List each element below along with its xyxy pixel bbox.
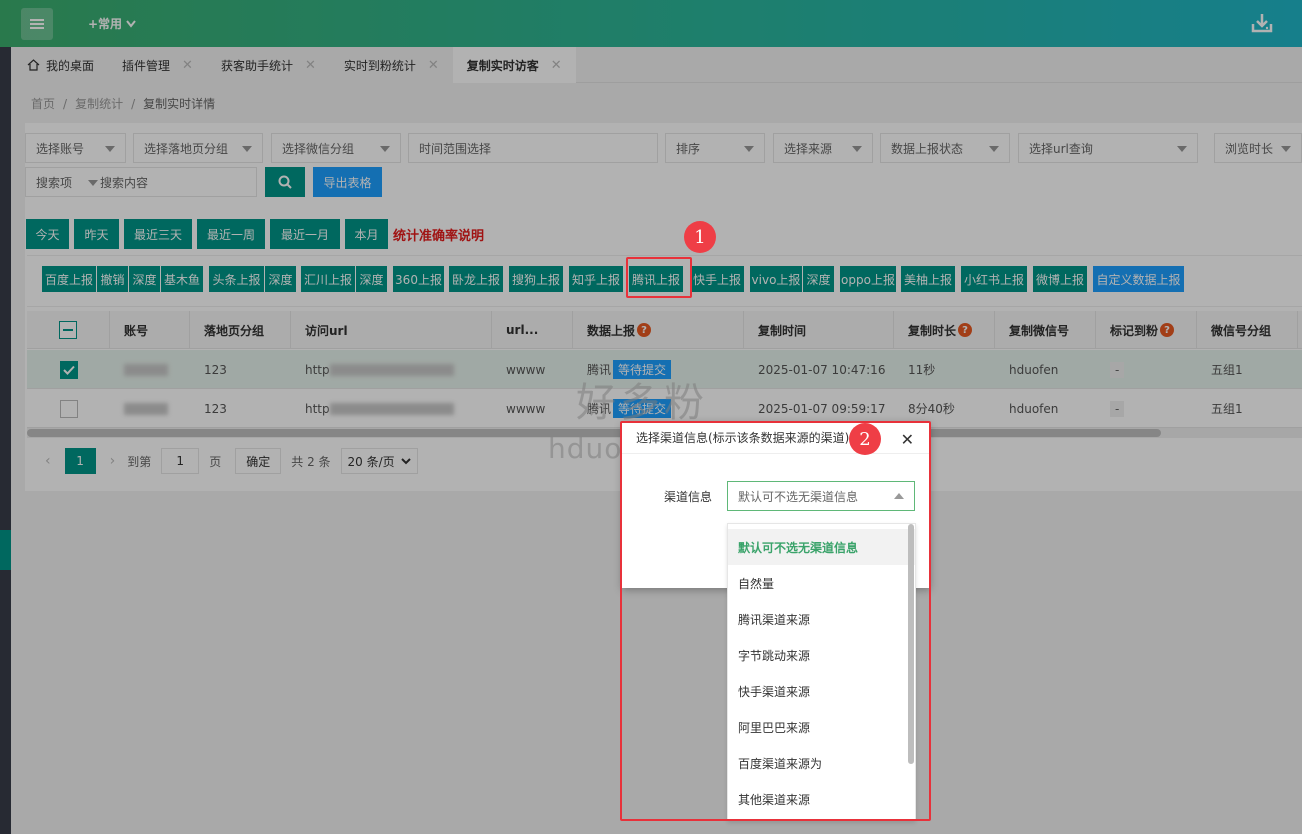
highlight-channel-modal <box>620 421 931 821</box>
step-badge-2: 2 <box>849 423 881 455</box>
highlight-tencent-report <box>626 257 692 298</box>
step-badge-1: 1 <box>684 221 716 253</box>
